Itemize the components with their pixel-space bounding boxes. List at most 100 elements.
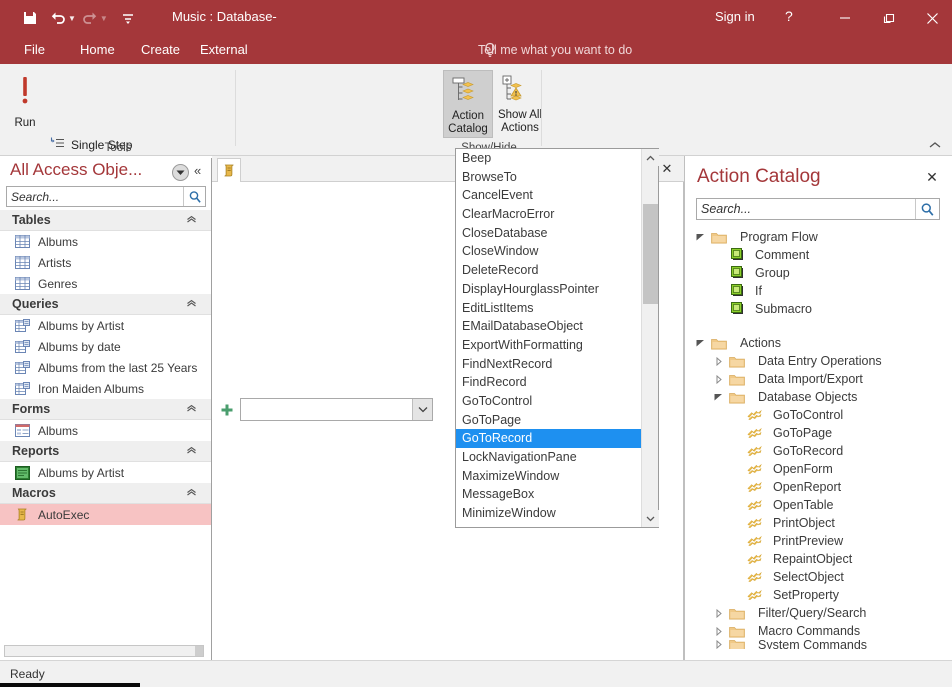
dropdown-option-exportwithformatting[interactable]: ExportWithFormatting	[456, 336, 642, 355]
nav-item-albums[interactable]: Albums	[0, 231, 211, 252]
catalog-node-data-entry-operations[interactable]: Data Entry Operations	[685, 352, 952, 370]
dropdown-option-maximizewindow[interactable]: MaximizeWindow	[456, 467, 642, 486]
save-icon[interactable]	[16, 6, 44, 30]
redo-dropdown-icon[interactable]: ▼	[100, 14, 108, 23]
restore-button[interactable]	[867, 0, 912, 36]
navigation-search-input[interactable]	[7, 187, 183, 206]
nav-item-artists[interactable]: Artists	[0, 252, 211, 273]
sign-in-button[interactable]: Sign in	[715, 9, 755, 24]
catalog-node-filter-query-search[interactable]: Filter/Query/Search	[685, 604, 952, 622]
triangle-right-icon[interactable]	[713, 640, 724, 649]
navigation-pane-horizontal-scrollbar[interactable]	[4, 645, 204, 657]
chevron-up-icon[interactable]	[186, 214, 197, 227]
catalog-node-openform[interactable]: OpenForm	[685, 460, 952, 478]
search-icon[interactable]	[183, 187, 205, 206]
catalog-node-printobject[interactable]: PrintObject	[685, 514, 952, 532]
dropdown-option-editlistitems[interactable]: EditListItems	[456, 299, 642, 318]
tab-external-data[interactable]: External	[190, 36, 258, 64]
collapse-ribbon-icon[interactable]	[928, 140, 942, 153]
scroll-down-arrow-icon[interactable]	[642, 510, 659, 527]
dropdown-option-clearmacroerror[interactable]: ClearMacroError	[456, 205, 642, 224]
dropdown-option-browseto[interactable]: BrowseTo	[456, 168, 642, 187]
nav-item-autoexec[interactable]: AutoExec	[0, 504, 211, 525]
chevron-up-icon[interactable]	[186, 445, 197, 458]
minimize-button[interactable]	[822, 0, 867, 36]
triangle-right-icon[interactable]	[713, 608, 724, 619]
navigation-pane-list[interactable]: Tables Albums Artists Genres Queries Albums b…	[0, 210, 211, 660]
navigation-pane-dropdown-icon[interactable]	[172, 164, 189, 181]
action-dropdown-list[interactable]: Beep BrowseTo CancelEvent ClearMacroError Cl…	[455, 148, 659, 528]
dropdown-option-gotocontrol[interactable]: GoToControl	[456, 392, 642, 411]
dropdown-option-gotorecord[interactable]: GoToRecord	[456, 429, 642, 448]
dropdown-option-locknavigationpane[interactable]: LockNavigationPane	[456, 448, 642, 467]
chevron-up-icon[interactable]	[186, 403, 197, 416]
chevron-up-icon[interactable]	[186, 298, 197, 311]
triangle-down-icon[interactable]	[695, 338, 706, 349]
catalog-node-system-commands[interactable]: System Commands	[685, 640, 952, 649]
nav-group-queries[interactable]: Queries	[0, 294, 211, 315]
dropdown-option-closedatabase[interactable]: CloseDatabase	[456, 224, 642, 243]
catalog-node-submacro[interactable]: Submacro	[685, 300, 952, 318]
add-new-action-combobox[interactable]	[240, 398, 433, 421]
nav-item-albums-by-date[interactable]: Albums by date	[0, 336, 211, 357]
scrollbar-thumb[interactable]	[195, 646, 203, 656]
add-new-action-input[interactable]	[241, 399, 412, 420]
action-catalog-search-input[interactable]	[697, 199, 915, 219]
scroll-up-arrow-icon[interactable]	[642, 149, 659, 166]
close-action-catalog-button[interactable]: ✕	[924, 169, 940, 185]
triangle-down-icon[interactable]	[695, 232, 706, 243]
catalog-node-gotopage[interactable]: GoToPage	[685, 424, 952, 442]
action-catalog-tree[interactable]: Program Flow Comment Group If Submacro Action…	[685, 228, 952, 660]
nav-item-albums[interactable]: Albums	[0, 420, 211, 441]
undo-dropdown-icon[interactable]: ▼	[68, 14, 76, 23]
nav-group-forms[interactable]: Forms	[0, 399, 211, 420]
triangle-right-icon[interactable]	[713, 356, 724, 367]
scrollbar-thumb[interactable]	[643, 204, 658, 304]
chevron-up-icon[interactable]	[186, 487, 197, 500]
dropdown-option-cancelevent[interactable]: CancelEvent	[456, 186, 642, 205]
catalog-node-openreport[interactable]: OpenReport	[685, 478, 952, 496]
nav-item-albums-by-artist[interactable]: Albums by Artist	[0, 462, 211, 483]
dropdown-option-deleterecord[interactable]: DeleteRecord	[456, 261, 642, 280]
action-catalog-toggle-button[interactable]: Action Catalog	[443, 70, 493, 138]
show-all-actions-button[interactable]: Show All Actions	[494, 70, 546, 138]
catalog-node-program-flow[interactable]: Program Flow	[685, 228, 952, 246]
dropdown-option-messagebox[interactable]: MessageBox	[456, 485, 642, 504]
close-button[interactable]	[912, 0, 952, 36]
catalog-node-macro-commands[interactable]: Macro Commands	[685, 622, 952, 640]
tab-home[interactable]: Home	[70, 36, 125, 64]
help-icon[interactable]: ?	[785, 8, 793, 24]
tell-me-search[interactable]: Tell me what you want to do	[478, 36, 632, 64]
search-icon[interactable]	[915, 199, 939, 219]
triangle-right-icon[interactable]	[713, 374, 724, 385]
catalog-node-database-objects[interactable]: Database Objects	[685, 388, 952, 406]
catalog-node-group[interactable]: Group	[685, 264, 952, 282]
dropdown-option-beep[interactable]: Beep	[456, 149, 642, 168]
catalog-node-if[interactable]: If	[685, 282, 952, 300]
catalog-node-gotorecord[interactable]: GoToRecord	[685, 442, 952, 460]
run-button[interactable]: Run	[6, 70, 44, 138]
triangle-down-icon[interactable]	[713, 392, 724, 403]
dropdown-option-gotopage[interactable]: GoToPage	[456, 411, 642, 430]
nav-item-albums-by-artist[interactable]: Albums by Artist	[0, 315, 211, 336]
catalog-node-repaintobject[interactable]: RepaintObject	[685, 550, 952, 568]
dropdown-items-container[interactable]: Beep BrowseTo CancelEvent ClearMacroError Cl…	[456, 149, 642, 527]
action-catalog-search[interactable]	[696, 198, 940, 220]
navigation-pane-search[interactable]	[6, 186, 206, 207]
catalog-node-selectobject[interactable]: SelectObject	[685, 568, 952, 586]
close-document-button[interactable]: ✕	[658, 160, 676, 178]
dropdown-option-findrecord[interactable]: FindRecord	[456, 373, 642, 392]
catalog-node-printpreview[interactable]: PrintPreview	[685, 532, 952, 550]
catalog-node-opentable[interactable]: OpenTable	[685, 496, 952, 514]
nav-group-macros[interactable]: Macros	[0, 483, 211, 504]
catalog-node-setproperty[interactable]: SetProperty	[685, 586, 952, 604]
customize-qat-icon[interactable]	[114, 6, 142, 30]
tab-create[interactable]: Create	[131, 36, 190, 64]
nav-item-iron-maiden-albums[interactable]: Iron Maiden Albums	[0, 378, 211, 399]
dropdown-option-minimizewindow[interactable]: MinimizeWindow	[456, 504, 642, 523]
dropdown-vertical-scrollbar[interactable]	[641, 149, 659, 527]
catalog-node-actions[interactable]: Actions	[685, 334, 952, 352]
add-icon[interactable]	[220, 403, 234, 417]
nav-group-tables[interactable]: Tables	[0, 210, 211, 231]
catalog-node-data-import-export[interactable]: Data Import/Export	[685, 370, 952, 388]
